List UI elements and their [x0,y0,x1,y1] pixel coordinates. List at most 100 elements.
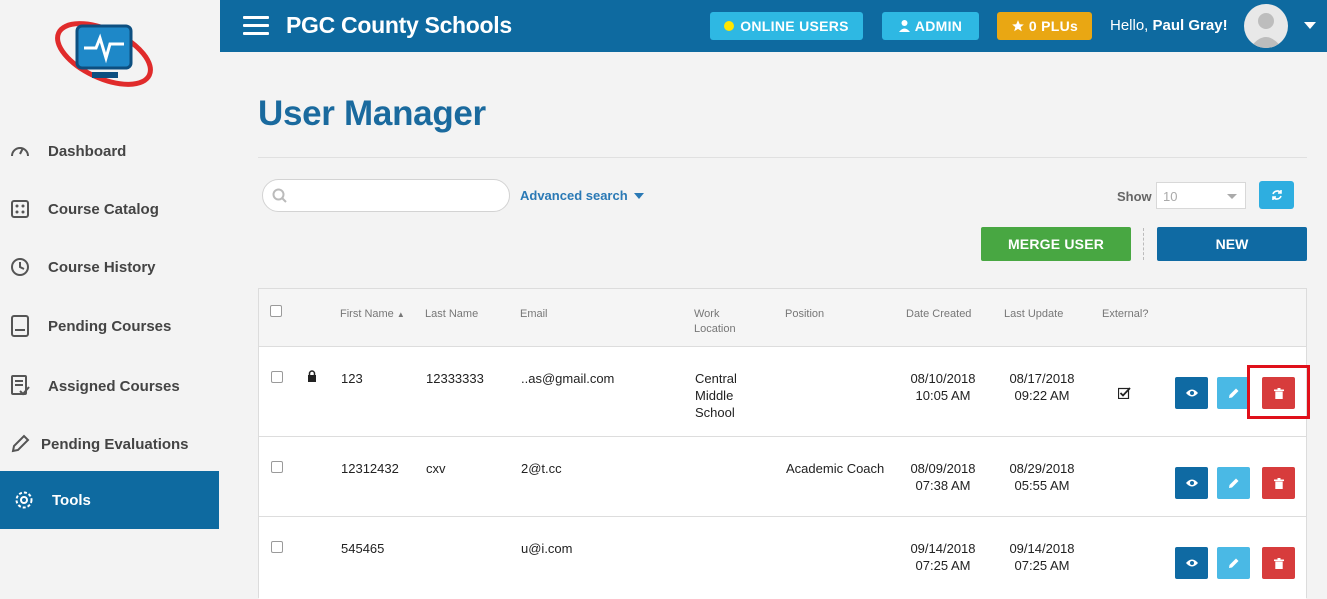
cell-first-name: 12312432 [341,461,399,476]
cell-last-name: cxv [426,461,446,476]
eye-icon [1185,559,1198,567]
view-button[interactable] [1175,377,1208,409]
menu-icon[interactable] [243,16,269,36]
trash-icon [1273,557,1284,569]
refresh-button[interactable] [1259,181,1294,209]
sidebar-item-pending-evaluations[interactable]: Pending Evaluations [0,416,219,472]
delete-button[interactable] [1262,467,1295,499]
edit-button[interactable] [1217,377,1250,409]
user-icon [898,20,910,32]
pencil-icon [1228,558,1238,568]
sort-asc-icon: ▲ [396,310,405,319]
row-checkbox[interactable] [271,541,283,553]
table-row[interactable]: 545465 u@i.com 09/14/2018 07:25 AM 09/14… [259,517,1306,599]
sidebar-item-label: Pending Evaluations [41,435,189,453]
search-box[interactable] [262,179,510,212]
sidebar-item-assigned-courses[interactable]: Assigned Courses [0,358,219,414]
plus-label: 0 PLUs [1028,18,1079,34]
column-header-last-name[interactable]: Last Name [425,307,478,322]
cell-date-created: 08/10/2018 10:05 AM [897,370,989,404]
eye-icon [1185,479,1198,487]
edit-button[interactable] [1217,547,1250,579]
cell-last-update: 08/17/2018 09:22 AM [996,370,1088,404]
online-users-label: ONLINE USERS [740,18,849,34]
admin-label: ADMIN [914,18,963,34]
column-header-email[interactable]: Email [520,307,548,322]
show-label: Show [1117,189,1152,204]
merge-user-button[interactable]: MERGE USER [981,227,1131,261]
created-date: 08/10/2018 [910,371,976,386]
user-menu-caret-icon[interactable] [1304,22,1316,29]
cell-first-name: 123 [341,371,363,386]
search-input[interactable] [295,186,495,204]
column-header-last-update[interactable]: Last Update [1004,307,1063,322]
users-table: First Name ▲ Last Name Email Work Locati… [258,288,1310,599]
view-button[interactable] [1175,547,1208,579]
cell-email: 2@t.cc [521,461,562,476]
refresh-icon [1271,190,1282,200]
pencil-icon [9,433,31,455]
sidebar: Dashboard Course Catalog Course History … [0,0,220,597]
cell-work-location: Central Middle School [695,371,737,420]
cell-first-name: 545465 [341,541,385,556]
cell-last-name: 12333333 [426,371,484,386]
cell-email: ..as@gmail.com [521,371,615,386]
sidebar-item-label: Dashboard [48,142,127,160]
online-dot-icon [724,21,735,31]
created-time: 07:25 AM [915,558,971,573]
sidebar-item-pending-courses[interactable]: Pending Courses [0,298,219,354]
user-name: Paul Gray! [1152,17,1228,34]
sidebar-item-tools[interactable]: Tools [0,471,219,529]
page-title: User Manager [258,94,486,133]
delete-button[interactable] [1262,547,1295,579]
column-header-work-location[interactable]: Work Location [694,307,744,337]
sidebar-item-course-history[interactable]: Course History [0,239,219,295]
sidebar-item-label: Pending Courses [48,317,172,335]
search-icon [272,188,287,203]
cell-last-update: 09/14/2018 07:25 AM [996,540,1088,574]
cell-date-created: 08/09/2018 07:38 AM [897,460,989,494]
updated-time: 07:25 AM [1014,558,1070,573]
updated-date: 08/29/2018 [1009,461,1075,476]
view-button[interactable] [1175,467,1208,499]
table-row[interactable]: 123 12333333 ..as@gmail.com Central Midd… [259,347,1310,437]
avatar[interactable] [1244,4,1288,48]
assigned-icon [9,375,31,397]
cell-email: u@i.com [521,541,573,556]
column-header-external[interactable]: External? [1102,307,1148,322]
table-header: First Name ▲ Last Name Email Work Locati… [259,289,1306,347]
row-checkbox[interactable] [271,371,283,383]
sidebar-item-label: Assigned Courses [48,377,180,395]
app-logo [52,14,162,94]
admin-button[interactable]: ADMIN [882,12,979,40]
pencil-icon [1228,478,1238,488]
created-time: 07:38 AM [915,478,971,493]
sidebar-item-label: Tools [52,491,91,509]
button-separator [1143,228,1144,260]
column-label: First Name [340,308,394,320]
advanced-search-label: Advanced search [520,188,628,203]
advanced-search-link[interactable]: Advanced search [520,188,644,203]
column-header-first-name[interactable]: First Name ▲ [340,307,405,322]
cell-date-created: 09/14/2018 07:25 AM [897,540,989,574]
column-header-date-created[interactable]: Date Created [906,307,971,322]
plus-button[interactable]: 0 PLUs [997,12,1092,40]
book-icon [9,315,31,337]
online-users-button[interactable]: ONLINE USERS [710,12,863,40]
column-header-position[interactable]: Position [785,307,824,322]
greeting-text: Hello, [1110,17,1149,34]
table-row[interactable]: 12312432 cxv 2@t.cc Academic Coach 08/09… [259,437,1306,517]
page-size-select[interactable]: 10 [1156,182,1246,209]
row-checkbox[interactable] [271,461,283,473]
sidebar-item-course-catalog[interactable]: Course Catalog [0,181,219,237]
edit-button[interactable] [1217,467,1250,499]
select-all-checkbox[interactable] [270,305,282,317]
updated-time: 05:55 AM [1014,478,1070,493]
caret-down-icon [633,192,644,199]
sidebar-item-label: Course Catalog [48,200,159,218]
page-size-value: 10 [1163,189,1178,204]
eye-icon [1185,389,1198,397]
sidebar-item-dashboard[interactable]: Dashboard [0,123,219,179]
new-user-button[interactable]: NEW [1157,227,1307,261]
sidebar-item-label: Course History [48,258,156,276]
